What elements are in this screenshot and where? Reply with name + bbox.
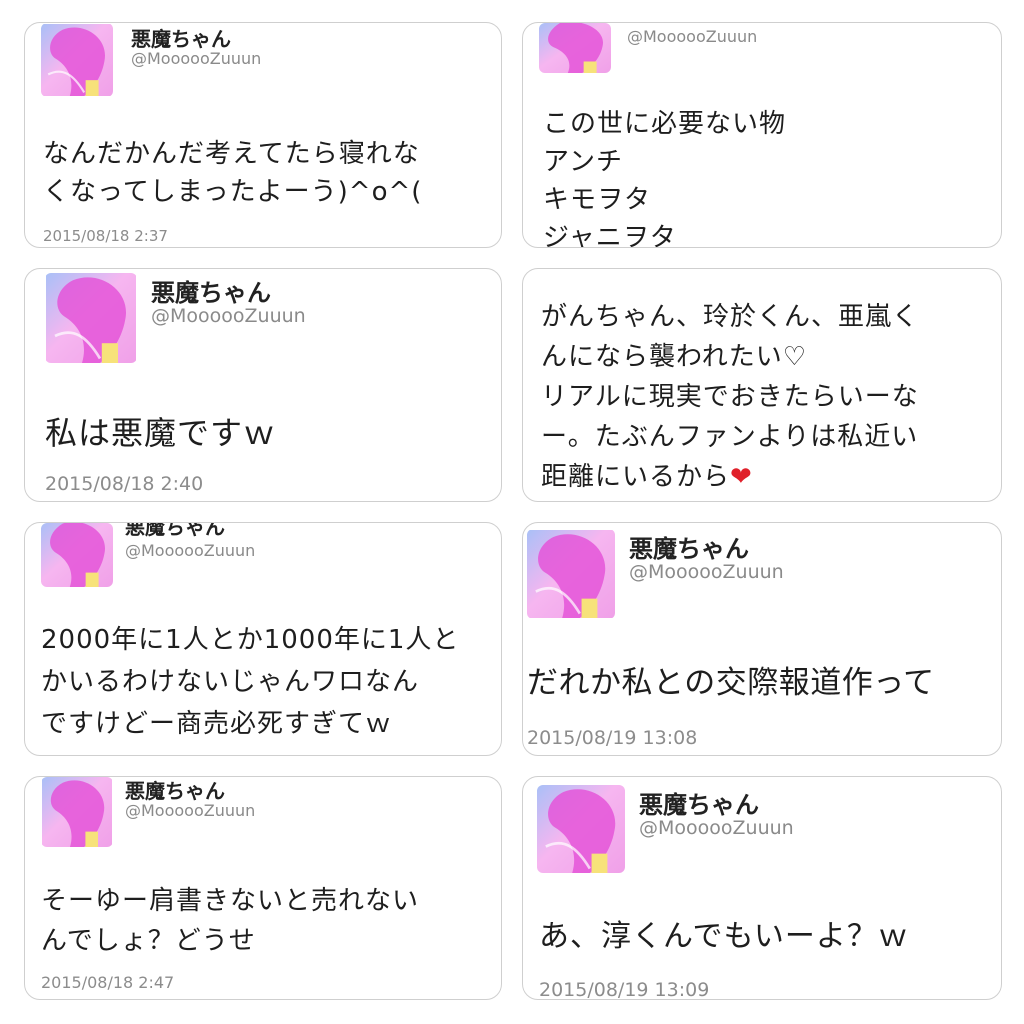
anime-girl-avatar-icon xyxy=(537,785,625,873)
tweet-text: この世に必要ない物 アンチ キモヲタ ジャニヲタ xyxy=(543,109,787,248)
anime-girl-avatar-icon xyxy=(42,777,112,847)
anime-girl-avatar-icon xyxy=(527,530,615,618)
tweet-card[interactable]: 悪魔ちゃん @MoooooZuuun 私は悪魔ですｗ 2015/08/18 2:… xyxy=(24,268,502,502)
tweet-timestamp[interactable]: 2015/08/18 2:40 xyxy=(45,473,203,495)
tweet-text: なんだかんだ考えてたら寝れな くなってしまったよーう)^o^( xyxy=(43,139,423,207)
user-handle[interactable]: @MoooooZuuun xyxy=(125,801,255,820)
user-handle[interactable]: @MoooooZuuun xyxy=(629,561,784,583)
user-handle[interactable]: @MoooooZuuun xyxy=(627,27,757,46)
avatar[interactable] xyxy=(45,273,137,363)
anime-girl-avatar-icon xyxy=(46,273,136,363)
tweet-timestamp[interactable]: 2015/08/18 2:47 xyxy=(41,973,174,992)
avatar[interactable] xyxy=(41,23,113,97)
tweet-text: 私は悪魔ですｗ xyxy=(45,414,277,452)
avatar[interactable] xyxy=(41,777,113,847)
tweet-timestamp[interactable]: 2015/08/18 2:37 xyxy=(43,227,168,245)
tweet-text: そーゆー肩書きないと売れない んでしょ？どうせ xyxy=(41,886,420,956)
display-name[interactable]: 悪魔ちゃん xyxy=(151,273,271,308)
avatar[interactable] xyxy=(527,529,615,619)
display-name[interactable]: 悪魔ちゃん xyxy=(131,23,231,52)
tweet-timestamp[interactable]: 2015/08/19 13:09 xyxy=(539,979,709,999)
display-name[interactable]: 悪魔ちゃん xyxy=(125,777,225,804)
anime-girl-avatar-icon xyxy=(41,24,113,97)
display-name[interactable]: 悪魔ちゃん xyxy=(125,523,225,540)
tweet-card[interactable]: 悪魔ちゃん @MoooooZuuun なんだかんだ考えてたら寝れな くなってしま… xyxy=(24,22,502,248)
display-name[interactable]: 悪魔ちゃん xyxy=(629,529,749,564)
user-handle[interactable]: @MoooooZuuun xyxy=(125,541,255,560)
tweet-card[interactable]: がんちゃん、玲於くん、亜嵐く んになら襲われたい♡ リアルに現実でおきたらいーな… xyxy=(522,268,1002,502)
tweet-text: がんちゃん、玲於くん、亜嵐く んになら襲われたい♡ リアルに現実でおきたらいーな… xyxy=(541,297,919,497)
avatar[interactable] xyxy=(537,785,625,873)
tweet-text: だれか私との交際報道作って xyxy=(527,665,935,701)
avatar[interactable] xyxy=(539,23,611,73)
tweet-card[interactable]: 悪魔ちゃん @MoooooZuuun 2000年に1人とか1000年に1人と か… xyxy=(24,522,502,756)
user-handle[interactable]: @MoooooZuuun xyxy=(131,49,261,68)
anime-girl-avatar-icon xyxy=(41,523,113,587)
user-handle[interactable]: @MoooooZuuun xyxy=(151,305,306,327)
red-heart-emoji-icon: ❤ xyxy=(730,462,753,492)
tweet-text: あ、淳くんでもいーよ？ｗ xyxy=(539,919,909,954)
anime-girl-avatar-icon xyxy=(539,23,611,73)
tweet-card[interactable]: 悪魔ちゃん @MoooooZuuun あ、淳くんでもいーよ？ｗ 2015/08/… xyxy=(522,776,1002,1000)
user-handle[interactable]: @MoooooZuuun xyxy=(639,817,794,839)
tweet-card[interactable]: 悪魔ちゃん @MoooooZuuun だれか私との交際報道作って 2015/08… xyxy=(522,522,1002,756)
tweet-card[interactable]: @MoooooZuuun この世に必要ない物 アンチ キモヲタ ジャニヲタ xyxy=(522,22,1002,248)
tweet-card[interactable]: 悪魔ちゃん @MoooooZuuun そーゆー肩書きないと売れない んでしょ？ど… xyxy=(24,776,502,1000)
display-name[interactable]: 悪魔ちゃん xyxy=(639,785,759,820)
tweet-timestamp[interactable]: 2015/08/19 13:08 xyxy=(527,727,697,749)
avatar[interactable] xyxy=(41,523,113,587)
tweet-text: 2000年に1人とか1000年に1人と かいるわけないじゃんワロなん ですけどー… xyxy=(41,625,460,739)
